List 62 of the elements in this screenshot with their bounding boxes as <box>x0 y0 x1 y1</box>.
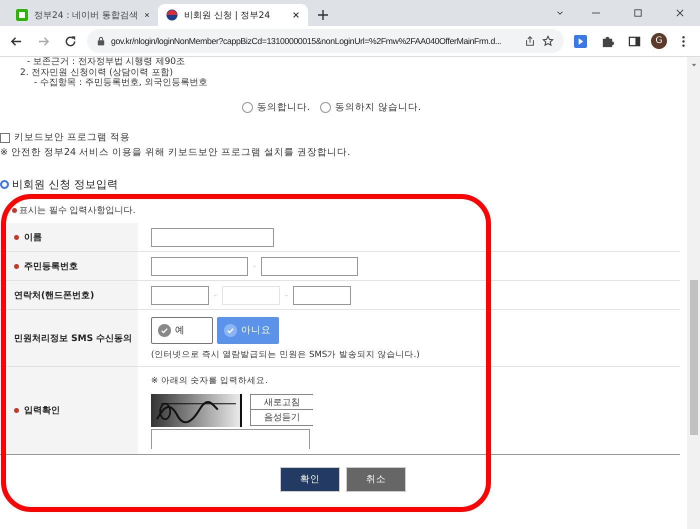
field-label: 이름 <box>24 232 42 244</box>
radio-button[interactable] <box>320 102 331 112</box>
reload-icon[interactable] <box>64 34 77 48</box>
field-label: 민원처리정보 SMS 수신동의 <box>14 332 132 344</box>
browser-tab[interactable]: 비회원 신청 | 정부24 <box>158 4 308 26</box>
id-number-input[interactable] <box>261 256 358 276</box>
chevron-down-icon[interactable] <box>556 9 564 17</box>
checkbox[interactable] <box>0 132 10 142</box>
section-title: 비회원 신청 정보입력 <box>12 177 118 192</box>
caret-icon[interactable] <box>690 62 696 68</box>
required-icon <box>12 208 17 213</box>
close-icon[interactable] <box>676 9 684 17</box>
field-label: 연락처(핸드폰번호) <box>14 290 94 302</box>
close-icon[interactable] <box>292 11 300 19</box>
star-icon[interactable] <box>542 35 554 47</box>
favicon-icon <box>16 9 28 21</box>
puzzle-icon[interactable] <box>601 34 614 48</box>
bullet-icon <box>0 180 9 189</box>
radio-label: 동의합니다. <box>256 100 310 114</box>
choice-button[interactable]: 예 <box>151 316 213 344</box>
field-label: 입력확인 <box>24 405 60 417</box>
action-button[interactable]: 확인 <box>280 467 340 492</box>
sms-note: (인터넷으로 즉시 열람발급되는 민원은 SMS가 발송되지 않습니다.) <box>151 348 420 360</box>
separator-text: - <box>284 290 289 300</box>
forward-icon[interactable] <box>37 34 50 48</box>
back-icon[interactable] <box>10 34 23 48</box>
scrollbar[interactable] <box>687 57 700 529</box>
favicon-icon <box>166 9 178 21</box>
name-input[interactable] <box>151 228 274 246</box>
captcha-button[interactable]: 음성듣기 <box>250 410 313 426</box>
captcha-hint: ※ 아래의 숫자를 입력하세요. <box>151 375 269 387</box>
captcha-input[interactable] <box>151 429 310 449</box>
phone-input[interactable] <box>293 286 351 304</box>
scrollbar-thumb[interactable] <box>690 280 698 435</box>
radio-button[interactable] <box>242 102 253 112</box>
radio-label: 동의하지 않습니다. <box>334 100 421 114</box>
required-note: 표시는 필수 입력사항입니다. <box>19 205 136 217</box>
captcha-button[interactable]: 새로고침 <box>250 394 313 410</box>
address-bar[interactable]: gov.kr/nlogin/loginNonMember?cappBizCd=13100000015&nonLoginUrl=%2Fmw%2FAA040OfferMainFrm.d... <box>87 29 564 53</box>
side-panel-icon[interactable] <box>628 34 641 48</box>
field-label: 주민등록번호 <box>24 260 78 272</box>
profile-avatar[interactable]: G <box>651 33 667 49</box>
separator-text: - <box>252 262 257 270</box>
phone-input[interactable] <box>151 286 209 304</box>
new-tab-icon[interactable] <box>318 10 328 20</box>
id-number-input[interactable] <box>151 256 248 276</box>
terms-text: - 수집항목 : 주민등록번호, 외국인등록번호 <box>33 78 209 89</box>
terms-text: - 보존근거 : 전자정부법 시행령 제90조 <box>26 57 186 68</box>
close-icon[interactable] <box>144 11 150 19</box>
notice-text: ※ 안전한 정부24 서비스 이용을 위해 키보드보안 프로그램 설치를 권장합니다. <box>0 146 352 159</box>
check-icon <box>224 324 237 336</box>
check-icon <box>158 324 171 336</box>
browser-tab[interactable]: 정부24 : 네이버 통합검색 <box>8 4 158 26</box>
lock-icon <box>97 36 105 46</box>
checkbox-label: 키보드보안 프로그램 적용 <box>14 131 130 144</box>
play-icon[interactable] <box>574 34 587 48</box>
share-icon[interactable] <box>524 35 536 47</box>
terms-text: 2. 전자민원 신청이력 (상담이력 포함) <box>20 68 174 78</box>
url-text: gov.kr/nlogin/loginNonMember?cappBizCd=13100000015&nonLoginUrl=%2Fmw%2FAA040OfferMainFrm.d... <box>111 35 502 48</box>
action-button[interactable]: 취소 <box>346 467 406 492</box>
maximize-icon[interactable] <box>634 9 642 17</box>
separator-text: - <box>213 290 218 300</box>
